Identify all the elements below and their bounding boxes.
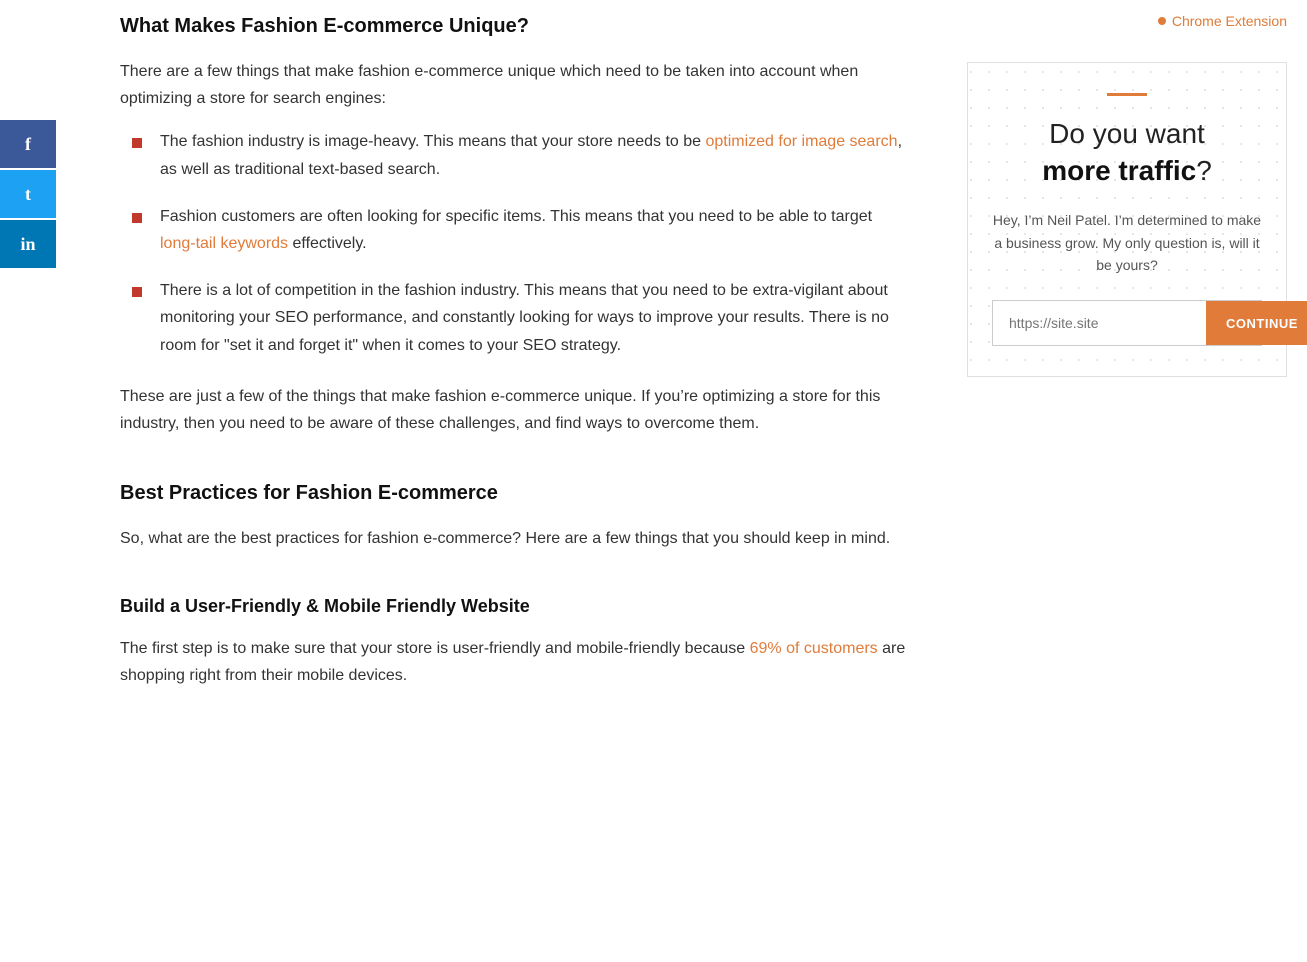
facebook-icon: f xyxy=(25,130,31,159)
chrome-extension-label: Chrome Extension xyxy=(1172,10,1287,32)
twitter-icon: t xyxy=(25,180,31,209)
section-mobile-friendly: Build a User-Friendly & Mobile Friendly … xyxy=(120,592,907,689)
widget-form: CONTINUE xyxy=(992,300,1262,346)
widget-accent-line xyxy=(1107,93,1147,96)
facebook-button[interactable]: f xyxy=(0,120,56,168)
section-unique: What Makes Fashion E-commerce Unique? Th… xyxy=(120,10,907,437)
bullet1-link[interactable]: optimized for image search xyxy=(705,133,897,150)
social-sidebar: f t in xyxy=(0,120,56,268)
linkedin-icon: in xyxy=(20,230,35,259)
bullet3-text: There is a lot of competition in the fas… xyxy=(160,282,889,353)
bullet2-link[interactable]: long-tail keywords xyxy=(160,235,288,252)
section1-intro: There are a few things that make fashion… xyxy=(120,58,907,112)
continue-button[interactable]: CONTINUE xyxy=(1206,301,1307,345)
section3-heading: Build a User-Friendly & Mobile Friendly … xyxy=(120,592,907,621)
section1-heading: What Makes Fashion E-commerce Unique? xyxy=(120,10,907,42)
linkedin-button[interactable]: in xyxy=(0,220,56,268)
bullet1-text-before: The fashion industry is image-heavy. Thi… xyxy=(160,133,705,150)
widget-title-punctuation: ? xyxy=(1196,155,1212,186)
bullet-item-1: The fashion industry is image-heavy. Thi… xyxy=(140,128,907,182)
chrome-extension-dot xyxy=(1158,17,1166,25)
section2-heading: Best Practices for Fashion E-commerce xyxy=(120,477,907,509)
section-best-practices: Best Practices for Fashion E-commerce So… xyxy=(120,477,907,552)
widget-description: Hey, I’m Neil Patel. I’m determined to m… xyxy=(992,209,1262,276)
section3-text-before: The first step is to make sure that your… xyxy=(120,640,750,657)
traffic-widget: Do you want more traffic? Hey, I’m Neil … xyxy=(967,62,1287,377)
chrome-extension-link[interactable]: Chrome Extension xyxy=(967,10,1287,32)
bullet-item-2: Fashion customers are often looking for … xyxy=(140,203,907,257)
widget-title-line1: Do you want xyxy=(1049,118,1205,149)
section3-intro: The first step is to make sure that your… xyxy=(120,635,907,689)
main-content: What Makes Fashion E-commerce Unique? Th… xyxy=(90,0,947,962)
bullet2-text-after: effectively. xyxy=(288,235,367,252)
bullet2-text-before: Fashion customers are often looking for … xyxy=(160,208,872,225)
twitter-button[interactable]: t xyxy=(0,170,56,218)
section1-outro: These are just a few of the things that … xyxy=(120,383,907,437)
bullet-item-3: There is a lot of competition in the fas… xyxy=(140,277,907,359)
widget-title: Do you want more traffic? xyxy=(992,116,1262,189)
right-sidebar: Chrome Extension Do you want more traffi… xyxy=(947,0,1307,962)
bullet-list: The fashion industry is image-heavy. Thi… xyxy=(140,128,907,358)
widget-title-bold: more traffic xyxy=(1042,155,1196,186)
website-url-input[interactable] xyxy=(993,301,1206,345)
section2-intro: So, what are the best practices for fash… xyxy=(120,525,907,552)
section3-link[interactable]: 69% of customers xyxy=(750,640,878,657)
